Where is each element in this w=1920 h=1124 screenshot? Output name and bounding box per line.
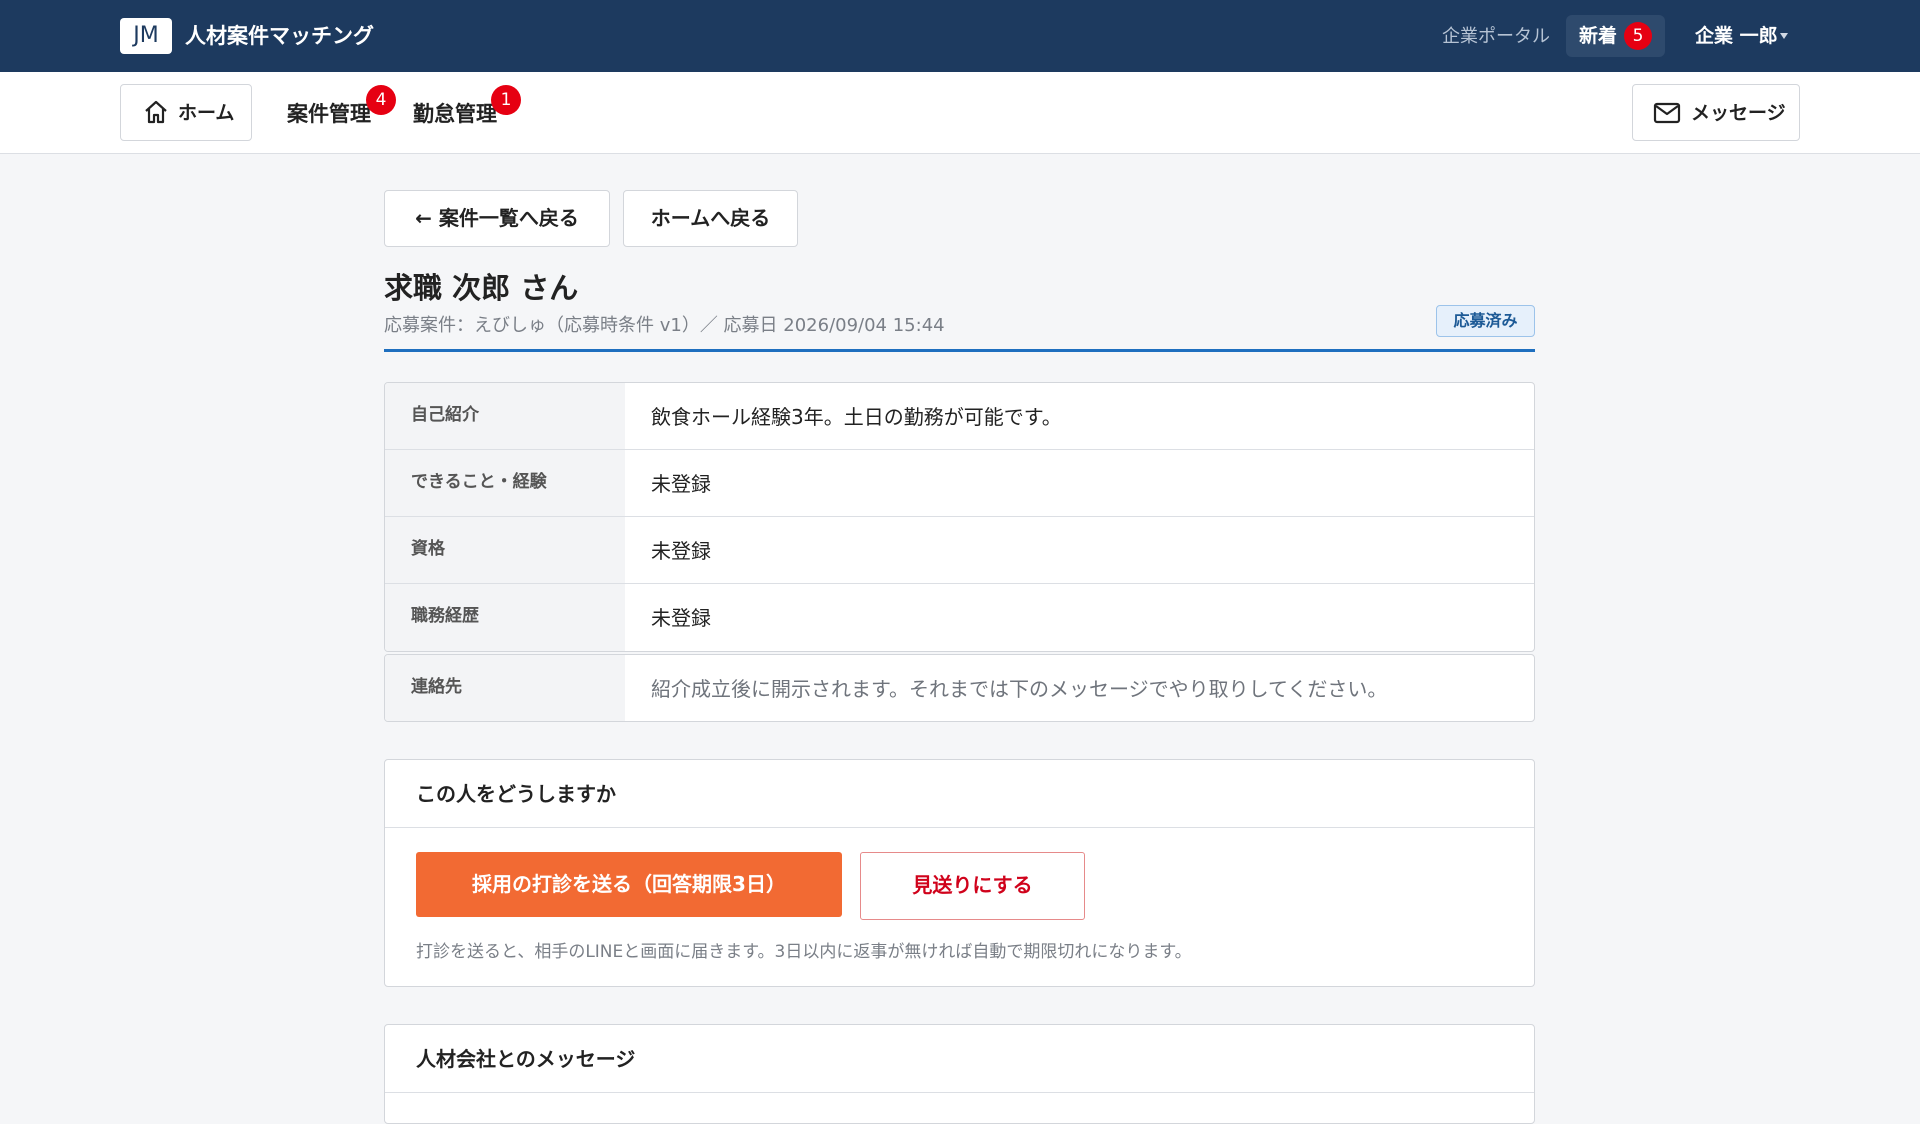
contact-key: 連絡先 xyxy=(385,655,625,721)
decision-card-title: この人をどうしますか xyxy=(416,782,616,806)
profile-value: 飲食ホール経験3年。土日の勤務が可能です。 xyxy=(651,405,1062,429)
application-meta: 応募案件：えびしゅ（応募時条件 v1）／ 応募日 2026/09/04 15:4… xyxy=(384,315,945,336)
user-menu[interactable]: 企業 一郎 xyxy=(1695,23,1778,49)
profile-table: 自己紹介 飲食ホール経験3年。土日の勤務が可能です。 できること・経験 未登録 … xyxy=(384,382,1535,652)
nav-item-attendance[interactable]: 勤怠管理 xyxy=(413,99,497,129)
status-badge: 応募済み xyxy=(1436,305,1535,337)
notifications-count-badge: 5 xyxy=(1624,22,1652,50)
profile-key: 自己紹介 xyxy=(385,383,625,449)
contact-value: 紹介成立後に開示されます。それまでは下のメッセージでやり取りしてください。 xyxy=(651,677,1388,701)
title-divider xyxy=(384,349,1535,352)
send-offer-button[interactable]: 採用の打診を送る（回答期限3日） xyxy=(416,852,842,917)
messages-card-title: 人材会社とのメッセージ xyxy=(416,1047,636,1071)
messages-label: メッセージ xyxy=(1691,102,1786,124)
app-title[interactable]: 人材案件マッチング xyxy=(185,21,374,51)
back-to-home-button[interactable]: ホームへ戻る xyxy=(623,190,798,247)
chevron-down-icon[interactable] xyxy=(1780,33,1788,39)
nav-item-label: 案件管理 xyxy=(287,102,371,126)
profile-row: 職務経歴 未登録 xyxy=(385,584,1534,651)
decline-button[interactable]: 見送りにする xyxy=(860,852,1085,920)
decision-card-header: この人をどうしますか xyxy=(385,760,1534,828)
notifications-label: 新着 xyxy=(1579,25,1618,47)
app-logo[interactable]: JM xyxy=(120,18,172,54)
notifications-button[interactable]: 新着 5 xyxy=(1566,15,1665,57)
attendance-count-badge: 1 xyxy=(491,85,521,115)
profile-value: 未登録 xyxy=(651,472,711,496)
messages-card: 人材会社とのメッセージ xyxy=(384,1024,1535,1124)
profile-value: 未登録 xyxy=(651,539,711,563)
profile-row: 自己紹介 飲食ホール経験3年。土日の勤務が可能です。 xyxy=(385,383,1534,450)
top-bar: JM 人材案件マッチング 企業ポータル 新着 5 企業 一郎 xyxy=(0,0,1920,72)
profile-value: 未登録 xyxy=(651,606,711,630)
profile-row: できること・経験 未登録 xyxy=(385,450,1534,517)
messages-card-header: 人材会社とのメッセージ xyxy=(385,1025,1534,1093)
profile-row: 資格 未登録 xyxy=(385,517,1534,584)
nav-item-projects[interactable]: 案件管理 xyxy=(287,99,371,129)
home-icon xyxy=(143,99,169,129)
profile-key: 資格 xyxy=(385,517,625,583)
home-button[interactable]: ホーム xyxy=(120,84,252,141)
profile-key: できること・経験 xyxy=(385,450,625,516)
portal-link[interactable]: 企業ポータル xyxy=(1442,24,1550,50)
nav-bar: ホーム 案件管理 4 勤怠管理 1 メッセージ xyxy=(0,72,1920,154)
mail-icon xyxy=(1653,101,1681,129)
projects-count-badge: 4 xyxy=(366,85,396,115)
home-label: ホーム xyxy=(178,102,235,124)
page-title: 求職 次郎 さん xyxy=(384,271,579,305)
decision-help-text: 打診を送ると、相手のLINEと画面に届きます。3日以内に返事が無ければ自動で期限… xyxy=(416,942,1192,962)
profile-key: 職務経歴 xyxy=(385,584,625,651)
decision-card: この人をどうしますか 採用の打診を送る（回答期限3日） 見送りにする 打診を送る… xyxy=(384,759,1535,987)
back-to-list-button[interactable]: ← 案件一覧へ戻る xyxy=(384,190,610,247)
nav-item-label: 勤怠管理 xyxy=(413,102,497,126)
contact-row: 連絡先 紹介成立後に開示されます。それまでは下のメッセージでやり取りしてください… xyxy=(384,654,1535,722)
messages-button[interactable]: メッセージ xyxy=(1632,84,1800,141)
